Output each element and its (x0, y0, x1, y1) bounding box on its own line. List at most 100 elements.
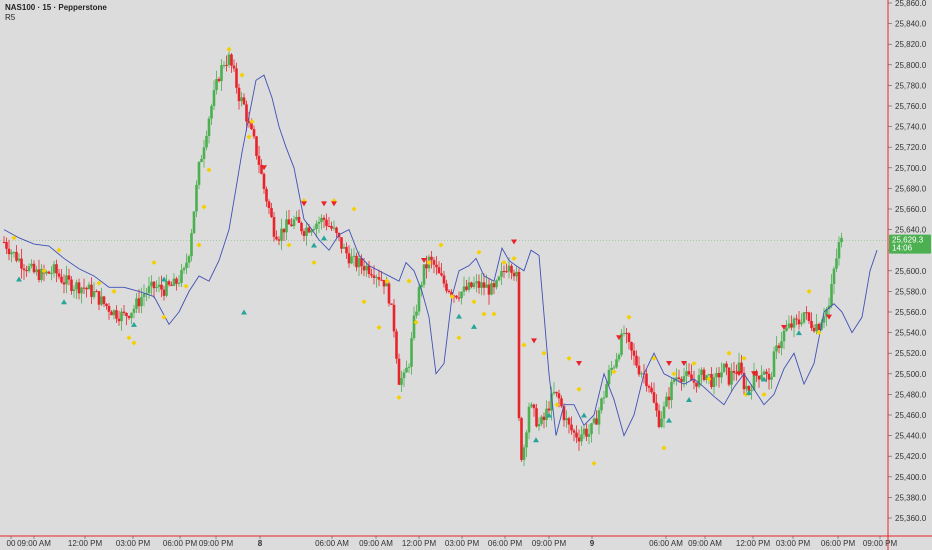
price-tick-label: 25,540.0 (895, 329, 927, 338)
candle-body (505, 271, 508, 273)
candle-body (230, 54, 233, 66)
signal-dot (761, 391, 767, 397)
current-price-tag: 25,629.3 14:06 (889, 234, 931, 254)
signal-dot (661, 445, 667, 451)
candle-body (75, 282, 78, 290)
candle-body (217, 78, 221, 82)
candles-layer (2, 47, 843, 466)
candle-body (365, 265, 368, 271)
candle-body (252, 129, 256, 137)
price-tick-label: 25,760.0 (895, 102, 927, 111)
candle-body (557, 393, 561, 399)
price-tag-countdown: 14:06 (892, 244, 913, 253)
buy-arrow-icon (796, 330, 802, 336)
candle-body (500, 270, 503, 277)
signal-dot (691, 360, 697, 367)
candle-body (670, 382, 673, 401)
signal-dot (476, 249, 482, 255)
candle-body (220, 65, 223, 82)
signal-dot (406, 278, 412, 284)
candle-body (27, 266, 31, 272)
candle-body (335, 227, 338, 234)
candle-body (577, 437, 581, 442)
candle-body (787, 323, 791, 328)
candle-body (422, 264, 426, 285)
candle-body (290, 224, 293, 227)
price-axis[interactable]: 25,360.0 25,380.0 25,400.0 25,420.0 25,440.0… (888, 0, 927, 523)
time-tick-label: 09:00 PM (199, 539, 234, 548)
candle-body (387, 283, 391, 304)
candle-body (645, 373, 648, 387)
candle-body (95, 291, 98, 293)
signal-dot (126, 335, 132, 341)
candle-body (830, 284, 833, 306)
candle-body (240, 97, 243, 102)
candle-body (765, 371, 768, 374)
candle-body (352, 255, 356, 257)
signal-dot (56, 247, 62, 253)
candle-body (255, 136, 258, 157)
signal-dot (201, 204, 207, 210)
candle-body (632, 350, 636, 356)
candle-body (482, 282, 486, 288)
price-tick-label: 25,780.0 (895, 81, 927, 90)
candle-body (415, 311, 418, 316)
signal-dot (501, 260, 507, 266)
candle-body (777, 345, 781, 349)
sell-arrow-icon (576, 361, 582, 366)
time-axis[interactable]: 00 09:00 AM 12:00 PM 03:00 PM 06:00 PM 09:00 … (7, 536, 898, 548)
signal-dot (541, 350, 547, 356)
candle-body (725, 363, 728, 368)
sell-arrow-icon (331, 201, 337, 207)
time-tick-label: 03:00 PM (776, 539, 811, 548)
candle-body (572, 430, 576, 433)
price-tick-label: 25,720.0 (895, 143, 927, 152)
signal-dot (471, 299, 477, 305)
candle-body (82, 287, 86, 289)
candle-body (685, 371, 688, 377)
signal-dot (741, 355, 747, 361)
candle-body (107, 305, 111, 312)
candle-body (565, 418, 568, 421)
candle-body (165, 281, 168, 296)
candle-body (605, 384, 608, 398)
signal-dot (286, 242, 292, 248)
candle-body (487, 284, 491, 295)
candle-body (637, 365, 641, 375)
signal-dot (576, 386, 582, 392)
candle-body (785, 327, 788, 331)
candle-body (282, 228, 286, 233)
candle-body (817, 324, 821, 331)
time-tick-label: 09:00 PM (863, 539, 898, 548)
candle-body (792, 318, 796, 328)
price-tick-label: 25,840.0 (895, 20, 927, 29)
candle-body (602, 397, 606, 399)
candle-body (640, 373, 643, 375)
candle-body (447, 290, 451, 293)
buy-arrow-icon (311, 242, 317, 248)
candle-body (657, 410, 661, 427)
candle-body (512, 272, 516, 277)
signal-dot (511, 255, 517, 261)
candle-body (197, 162, 201, 185)
candle-body (130, 312, 133, 319)
candle-body (757, 375, 761, 380)
buy-arrow-icon (456, 313, 462, 319)
candle-body (377, 277, 381, 280)
sell-arrow-icon (826, 314, 832, 320)
price-tick-label: 25,740.0 (895, 123, 927, 132)
candle-body (232, 65, 236, 69)
candle-body (297, 216, 301, 223)
candle-body (55, 264, 58, 274)
candle-body (655, 402, 658, 411)
candle-body (292, 219, 296, 227)
chart-title: NAS100 · 15 · Pepperstone (5, 3, 107, 12)
price-tick-label: 25,800.0 (895, 61, 927, 70)
candle-body (840, 237, 843, 243)
candle-body (485, 284, 488, 288)
candle-body (772, 351, 776, 377)
time-tick-label: 09:00 AM (688, 539, 722, 548)
candle-body (722, 363, 726, 373)
candle-body (357, 258, 361, 268)
price-chart[interactable]: 25,360.0 25,380.0 25,400.0 25,420.0 25,440.0… (0, 0, 932, 550)
